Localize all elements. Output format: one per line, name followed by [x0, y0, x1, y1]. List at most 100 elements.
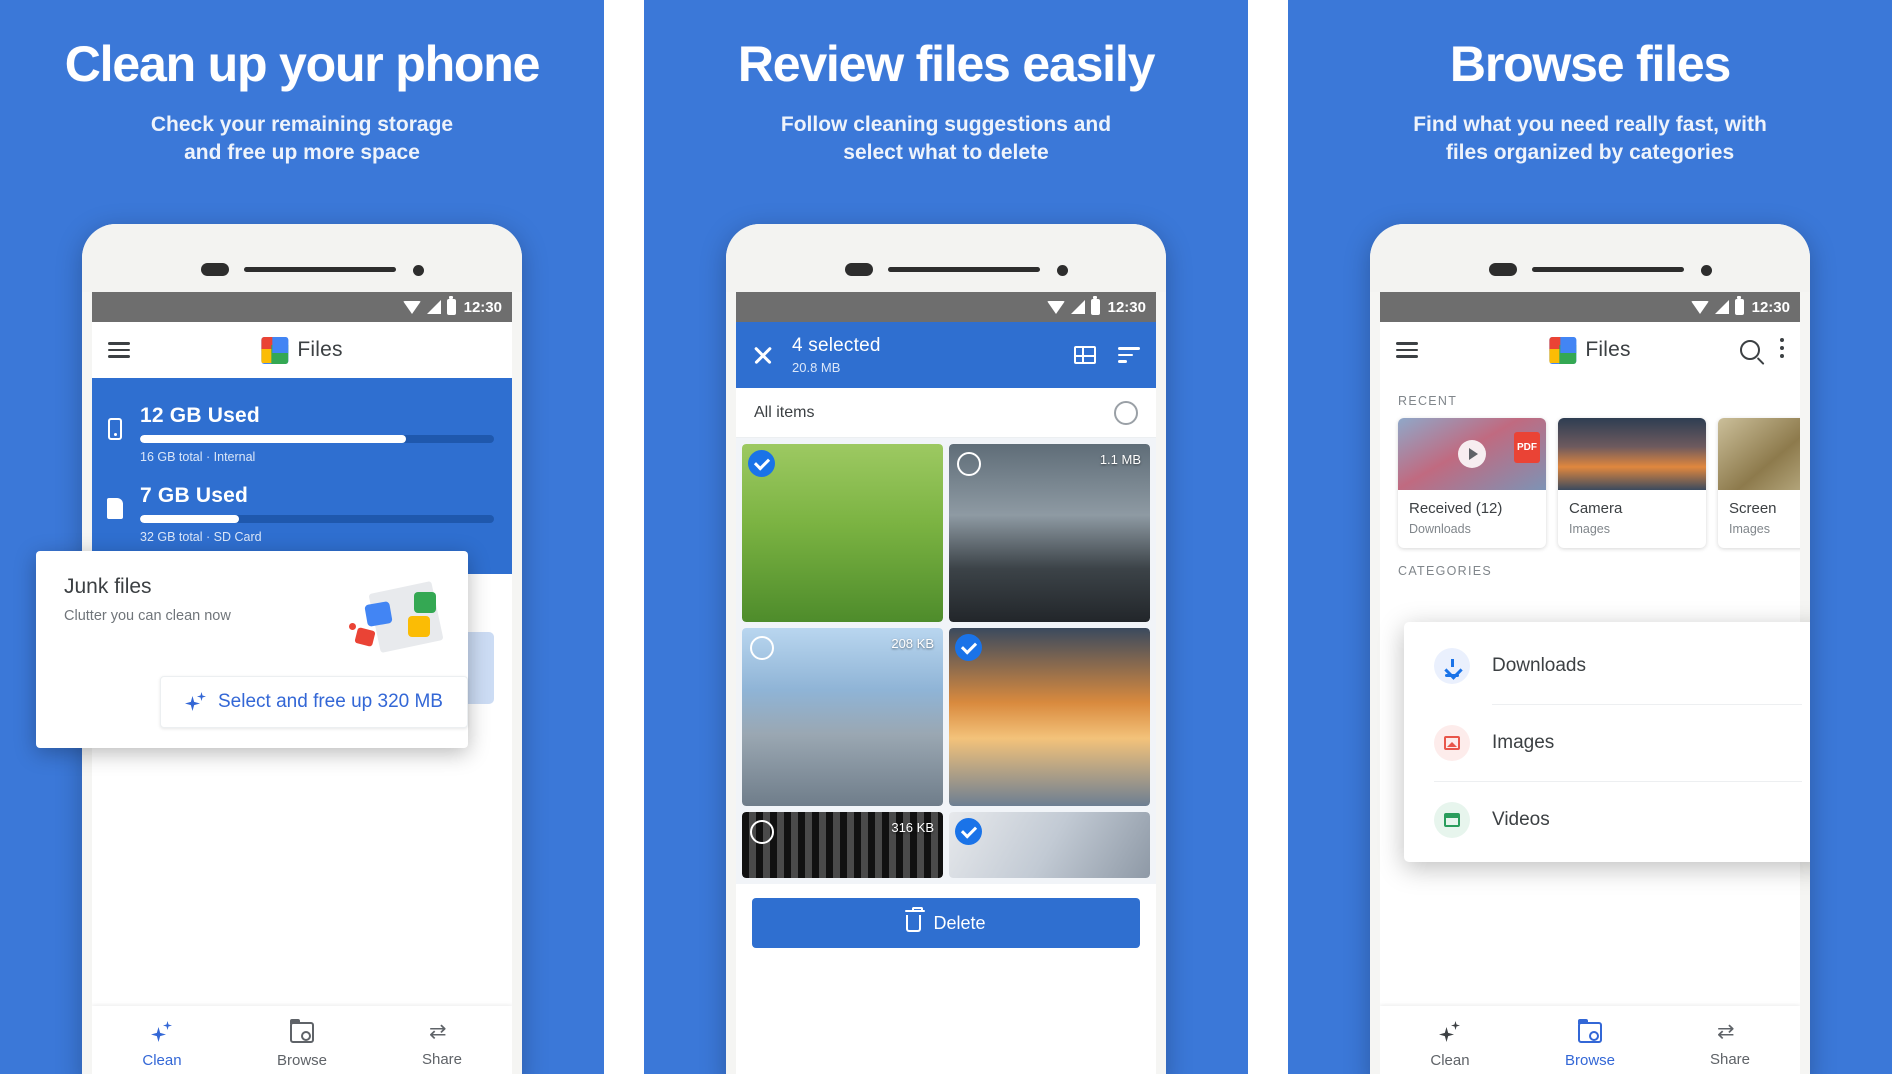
recent-thumb: PDF [1398, 418, 1546, 490]
app-bar-actions [1740, 338, 1784, 362]
nav-item-browse[interactable]: Browse [1520, 1006, 1660, 1074]
category-label-downloads: Downloads [1492, 655, 1586, 676]
nav-label-clean: Clean [1430, 1052, 1470, 1069]
status-bar: 12:30 [736, 292, 1156, 322]
menu-icon[interactable] [108, 342, 130, 358]
sparkle-icon [151, 1021, 173, 1043]
files-logo-icon [1549, 336, 1577, 364]
sparkle-icon [185, 692, 207, 712]
phone-mockup-2: 12:30 4 selected 20.8 MB All items 1.1 M… [726, 224, 1166, 1074]
signal-icon [426, 300, 441, 314]
grid-view-icon[interactable] [1074, 346, 1096, 364]
photo-tile[interactable]: 208 KB [742, 628, 943, 806]
selected-check-icon[interactable] [748, 450, 775, 477]
tile-size-label: 316 KB [891, 820, 934, 835]
photo-tile[interactable] [949, 628, 1150, 806]
signal-icon [1070, 300, 1085, 314]
unselected-check-icon[interactable] [750, 636, 774, 660]
sd-card-icon [104, 498, 126, 519]
unselected-check-icon[interactable] [957, 452, 981, 476]
panel2-headline: Review files easily [737, 36, 1156, 92]
share-icon: ⇄ [1717, 1020, 1735, 1043]
speaker-icon [888, 267, 1040, 272]
selected-check-icon[interactable] [955, 634, 982, 661]
play-icon [1458, 440, 1486, 468]
sort-icon[interactable] [1118, 347, 1140, 363]
storage-progress-sdcard [140, 515, 494, 523]
photo-tile[interactable] [949, 812, 1150, 878]
recent-card[interactable]: PDF Received (12) Downloads [1398, 418, 1546, 548]
more-options-icon[interactable] [1780, 338, 1784, 362]
nav-label-browse: Browse [1564, 1051, 1616, 1069]
category-item-downloads[interactable]: Downloads [1404, 628, 1810, 704]
bottom-nav-3: Clean Browse ⇄ Share [1380, 1006, 1800, 1074]
search-icon[interactable] [1740, 340, 1760, 360]
share-icon: ⇄ [429, 1020, 447, 1043]
unselected-check-icon[interactable] [750, 820, 774, 844]
photo-tile[interactable] [742, 444, 943, 622]
selected-size: 20.8 MB [792, 360, 841, 375]
camera-icon [1057, 265, 1068, 276]
nav-label-share: Share [421, 1051, 463, 1068]
nav-item-clean[interactable]: Clean [92, 1006, 232, 1074]
app-bar-1: Files [92, 322, 512, 378]
panel3-subhead: Find what you need really fast, with fil… [1413, 113, 1767, 164]
photo-grid: 1.1 MB 208 KB 316 KB [736, 438, 1156, 884]
select-and-free-up-label: Select and free up 320 MB [218, 691, 443, 712]
all-items-row[interactable]: All items [736, 388, 1156, 438]
tile-size-label: 208 KB [891, 636, 934, 651]
status-clock: 12:30 [463, 298, 502, 316]
recent-card[interactable]: Screen Images [1718, 418, 1800, 548]
app-title: Files [1585, 338, 1631, 361]
bottom-nav-1: Clean Browse ⇄ Share [92, 1006, 512, 1074]
delete-button[interactable]: Delete [752, 898, 1140, 948]
storage-row-internal[interactable]: 12 GB Used 16 GB total · Internal [104, 396, 494, 476]
category-item-videos[interactable]: Videos [1404, 782, 1810, 858]
phone-bezel [82, 224, 522, 292]
panel-divider [604, 0, 644, 1074]
status-clock: 12:30 [1107, 298, 1146, 316]
panel2-subhead: Follow cleaning suggestions and select w… [780, 113, 1112, 164]
selection-toolbar: 4 selected 20.8 MB [736, 322, 1156, 388]
phone-mockup-3: 12:30 Files RECENT PDF Received (12) Dow… [1370, 224, 1810, 1074]
recent-cards: PDF Received (12) Downloads Camera Image… [1380, 418, 1800, 548]
select-all-checkbox[interactable] [1114, 400, 1138, 425]
photo-tile[interactable]: 1.1 MB [949, 444, 1150, 622]
sensor-icon [201, 263, 229, 276]
all-items-label: All items [754, 403, 815, 421]
select-and-free-up-button[interactable]: Select and free up 320 MB [160, 676, 468, 728]
nav-item-clean[interactable]: Clean [1380, 1006, 1520, 1074]
junk-files-card: Junk files Clutter you can clean now Sel… [36, 551, 468, 748]
photo-tile[interactable]: 316 KB [742, 812, 943, 878]
nav-item-share[interactable]: ⇄ Share [372, 1006, 512, 1074]
phone-icon [104, 418, 126, 440]
category-label-videos: Videos [1492, 809, 1550, 830]
storage-card: 12 GB Used 16 GB total · Internal 7 GB U… [92, 378, 512, 574]
wifi-icon [402, 300, 421, 314]
category-item-images[interactable]: Images [1404, 705, 1810, 781]
storage-sub-sdcard: 32 GB total · SD Card [140, 530, 262, 544]
selected-check-icon[interactable] [955, 818, 982, 845]
close-icon[interactable] [752, 344, 774, 366]
nav-item-share[interactable]: ⇄ Share [1660, 1006, 1800, 1074]
storage-sub-internal: 16 GB total · Internal [140, 450, 256, 464]
storage-progress-internal [140, 435, 494, 443]
recent-card[interactable]: Camera Images [1558, 418, 1706, 548]
storage-used-sdcard: 7 GB Used [140, 484, 248, 507]
panel-review-files: Review files easily Follow cleaning sugg… [644, 0, 1248, 1074]
speaker-icon [1532, 267, 1684, 272]
recent-card-name: Received (12) [1409, 500, 1503, 517]
tile-size-label: 1.1 MB [1099, 452, 1141, 467]
image-icon [1434, 725, 1470, 761]
battery-icon [1734, 296, 1744, 315]
menu-icon[interactable] [1396, 342, 1418, 358]
phone-screen-2: 12:30 4 selected 20.8 MB All items 1.1 M… [736, 292, 1156, 1074]
nav-item-browse[interactable]: Browse [232, 1006, 372, 1074]
panel1-subhead: Check your remaining storage and free up… [150, 113, 454, 164]
phone-bezel [1370, 224, 1810, 292]
recent-thumb [1558, 418, 1706, 490]
nav-label-share: Share [1709, 1051, 1751, 1068]
categories-popup: Downloads Images Videos [1404, 622, 1810, 862]
selection-actions [1074, 346, 1140, 364]
storage-row-sdcard[interactable]: 7 GB Used 32 GB total · SD Card [104, 476, 494, 556]
